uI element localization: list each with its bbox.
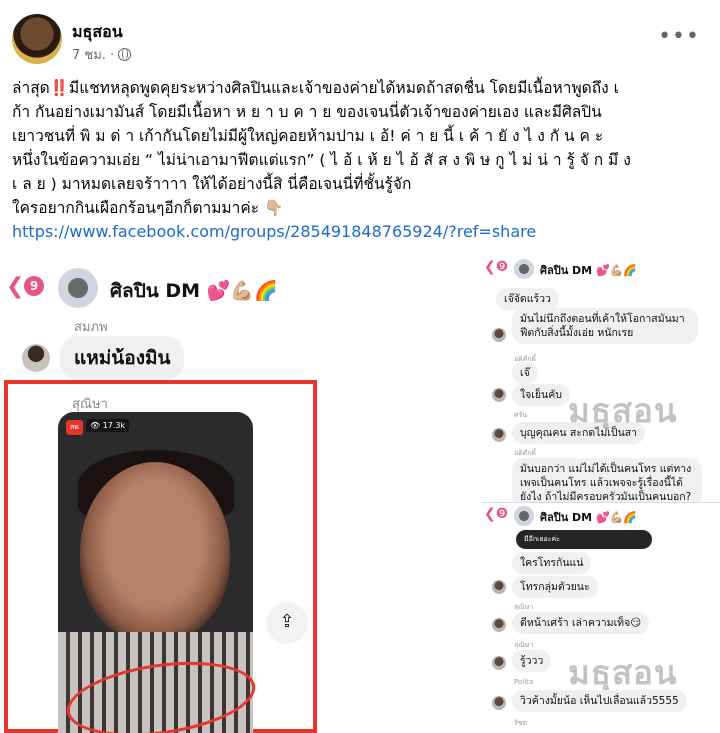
sender-avatar (492, 696, 506, 710)
post-line: เยาวชนที่ พิ ม ด่ า เก้ากันโดยไม่มีผู้ให… (12, 127, 604, 145)
post-time[interactable]: 7 ชม. · (72, 44, 114, 65)
person-face (80, 462, 230, 642)
chat-topbar: ❮❾ ศิลปิน DM 💕💪🏼🌈 (482, 502, 720, 528)
message-bubble: มันไม่นึกถึงตอนที่เค้าให้โอกาสมันมาฟีตกั… (512, 308, 698, 344)
group-title: ศิลปิน DM 💕💪🏼🌈 (110, 280, 278, 302)
post-body: ล่าสุด‼️มีแชทหลุดพูดคุยระหว่างศิลปินและเ… (12, 76, 708, 244)
post-header: มธุสอน 7 ชม. · ••• (10, 12, 710, 68)
dark-message-bubble: มีอีกเยอะค่ะ (516, 530, 652, 549)
message-bubble: ใครโทรกันแน่ (512, 552, 592, 574)
share-icon[interactable]: ⇪ (266, 602, 308, 644)
watermark: มธุสอน (568, 391, 678, 430)
sender-name: Polita (514, 678, 534, 686)
post-meta: 7 ชม. · (72, 44, 132, 65)
post-line: ใครอยากกินเผือกร้อนๆอีกก็ตามมาค่ะ 👇🏼 (12, 199, 284, 217)
sender-name: สุณิษา (72, 397, 108, 412)
sender-name: ศรัน (514, 411, 527, 419)
message-bubble: รู้ววว (512, 650, 552, 672)
globe-icon (118, 48, 132, 61)
chat-screenshot-left: ❮ 9 ศิลปิน DM 💕💪🏼🌈 สมภพ แหม่น้องมิน สุณิ… (0, 262, 470, 733)
message-bubble: โทรกลุ่มตัวยนะ (512, 576, 598, 598)
post-link[interactable]: https://www.facebook.com/groups/28549184… (12, 222, 536, 241)
sender-avatar (492, 428, 506, 442)
message-bubble: วิวค้างมั้ยน้อ เห็นไปเลื่อนแล้ว5555 (512, 690, 687, 712)
message-bubble: ใจเย็นคับ (512, 384, 570, 406)
back-arrow-icon[interactable]: ❮❾ (484, 259, 508, 275)
chat-topbar: ❮❾ ศิลปิน DM 💕💪🏼🌈 (482, 256, 720, 282)
post-line: ล่าสุด‼️มีแชทหลุดพูดคุยระหว่างศิลปินและเ… (12, 79, 619, 97)
message-bubble: มันบอกว่า แม่ไม่ได้เป็นคนโทร แต่ทางเพจเป… (512, 458, 702, 508)
back-arrow-icon[interactable]: ❮ (6, 274, 24, 299)
post-line: เ ล ย ) มาหมดเลยจร้าาาา ให้ได้อย่างนี้สิ… (12, 175, 412, 193)
viewer-count: 👁 17.3k (86, 419, 130, 432)
group-title: ศิลปิน DM 💕💪🏼🌈 (540, 264, 638, 277)
message-bubble: ดีหน้าเศร้า เล่าความเท็จ😏 (512, 612, 650, 634)
sender-avatar (22, 344, 50, 372)
more-options-icon[interactable]: ••• (658, 24, 700, 49)
sender-name: สมภพ (74, 320, 108, 335)
post-author[interactable]: มธุสอน (72, 20, 123, 45)
post-line: หนึ่งในข้อความเอ่ย “ ไม่น่าเอามาฟีตแต่แร… (12, 151, 631, 169)
chat-topbar: ❮ 9 ศิลปิน DM 💕💪🏼🌈 (0, 262, 470, 312)
group-title: ศิลปิน DM 💕💪🏼🌈 (540, 511, 638, 524)
sender-avatar (492, 328, 506, 342)
author-avatar[interactable] (12, 14, 62, 64)
chat-screenshot-right: ❮❾ ศิลปิน DM 💕💪🏼🌈 เจ๊จัดแร้วว มันไม่นึกถ… (482, 256, 720, 733)
post-line: ก้า กันอย่างเมามันส์ โดยมีเนื้อหา ห ย า … (12, 103, 602, 121)
sender-avatar (492, 618, 506, 632)
live-tag: สด (66, 420, 83, 435)
message-bubble: เจ๊จัดแร้วว (496, 288, 559, 310)
sender-name: รัชต (514, 719, 528, 727)
sender-avatar (492, 580, 506, 594)
group-avatar (514, 259, 534, 279)
group-avatar (58, 268, 98, 308)
back-arrow-icon[interactable]: ❮❾ (484, 506, 508, 522)
sender-avatar (492, 388, 506, 402)
message-bubble: แหม่น้องมิน (60, 336, 185, 380)
sender-avatar (492, 656, 506, 670)
unread-badge: 9 (24, 276, 44, 296)
group-avatar (514, 506, 534, 526)
message-bubble: เจ๊ (512, 362, 538, 384)
